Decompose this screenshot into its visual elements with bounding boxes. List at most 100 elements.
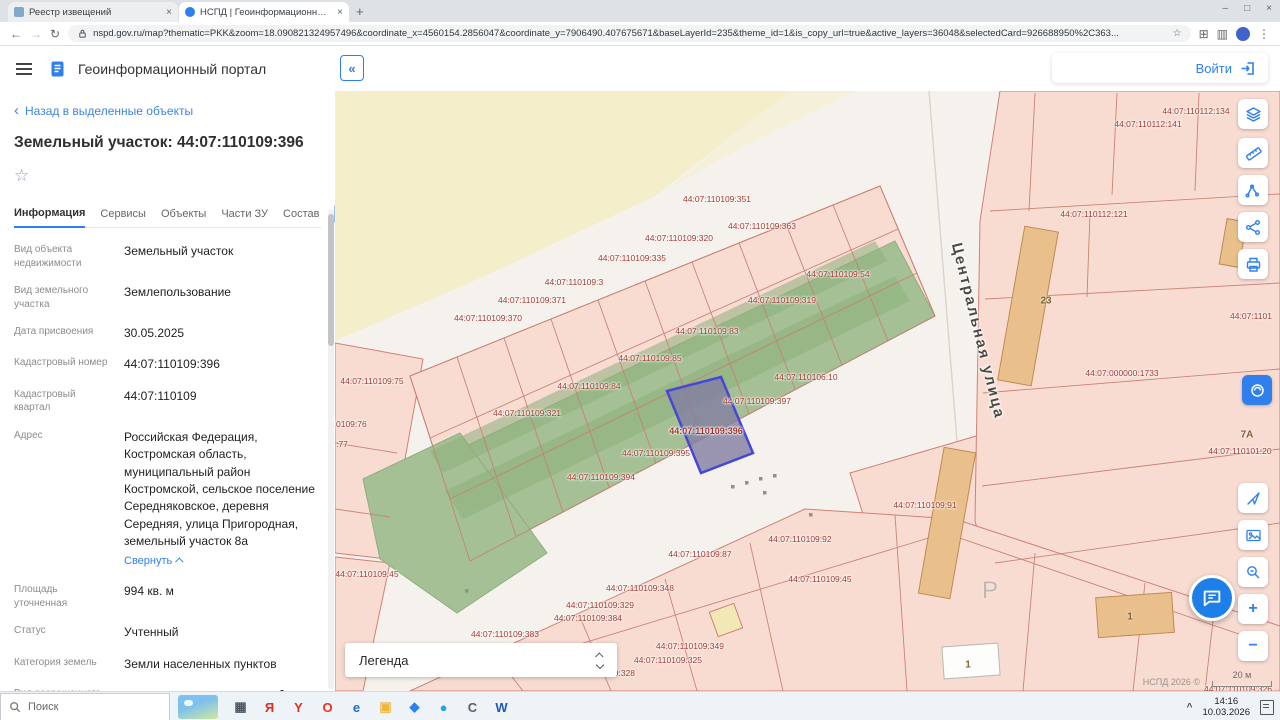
close-button[interactable]: × — [1266, 3, 1272, 14]
word-icon: W — [495, 699, 508, 715]
collapse-panel-button[interactable]: « — [340, 55, 364, 81]
taskbar-search[interactable]: Поиск — [0, 693, 170, 720]
legend-expand-icon[interactable] — [595, 651, 605, 669]
login-label: Войти — [1195, 60, 1232, 76]
page-title: Земельный участок: 44:07:110109:396 — [14, 134, 304, 151]
panel-tab-2[interactable]: Сервисы — [100, 208, 146, 227]
panel-tabs: ИнформацияСервисыОбъектыЧасти ЗУСостав› — [14, 204, 335, 228]
taskbar-icon-yandex-start[interactable]: Y — [284, 692, 313, 720]
locate-tool-button[interactable] — [1238, 483, 1268, 513]
field-row: Адрес Российская Федерация, Костромская о… — [14, 422, 321, 577]
bookmark-star-icon[interactable]: ☆ — [1173, 28, 1182, 39]
panel-tab-4[interactable]: Части ЗУ — [221, 208, 268, 227]
back-icon[interactable]: ← — [10, 28, 22, 40]
field-row: Дата присвоения 30.05.2025 — [14, 318, 321, 349]
browser-menu-icon[interactable]: ⋮ — [1258, 28, 1270, 40]
tray-chevron-icon[interactable]: ^ — [1187, 702, 1193, 713]
taskbar-icon-word[interactable]: W — [487, 692, 516, 720]
tab-close-icon[interactable]: × — [166, 7, 172, 18]
back-chevron-icon: ‹ — [14, 102, 19, 119]
favorite-star-icon[interactable]: ☆ — [14, 166, 29, 186]
taskbar-clock[interactable]: 14:16 10.03.2026 — [1202, 696, 1250, 719]
telegram-icon: ● — [439, 699, 448, 715]
taskbar-icons: ▦ Я Y Oe ▣ ◆ ● C W — [226, 692, 516, 720]
browser-tab-registry[interactable]: Реестр извещений × — [8, 2, 178, 22]
extensions-icon[interactable]: ⊞ — [1199, 28, 1209, 40]
layers-tool-button[interactable] — [1238, 99, 1268, 129]
notification-center-icon[interactable] — [1260, 699, 1274, 715]
tab-close-icon[interactable]: × — [337, 7, 343, 18]
panel-tab-1[interactable]: Информация — [14, 207, 86, 228]
field-label: Дата присвоения — [14, 326, 94, 337]
login-box[interactable]: Войти — [1052, 53, 1268, 83]
measure-tool-button[interactable] — [1238, 175, 1268, 205]
zoom-in-button[interactable]: + — [1238, 594, 1268, 624]
scale-line — [1212, 681, 1272, 687]
panel-tab-3[interactable]: Объекты — [161, 208, 206, 227]
field-value: Российская Федерация, Костромская област… — [124, 429, 321, 570]
chat-button[interactable] — [1189, 575, 1235, 621]
tab-favicon — [14, 7, 24, 17]
field-row: Категория земель Земли населенных пунктов — [14, 649, 321, 680]
back-link-label: Назад в выделенные объекты — [25, 103, 194, 118]
forward-icon[interactable]: → — [30, 28, 42, 40]
field-value: 44:07:110109 — [124, 388, 197, 403]
field-label: Статус — [14, 625, 46, 637]
blue-app-icon: ◆ — [409, 699, 420, 714]
object-info-panel: ‹ Назад в выделенные объекты Земельный у… — [0, 91, 335, 691]
share-icon — [1245, 219, 1260, 235]
taskbar-icon-edge[interactable]: e — [342, 692, 371, 720]
taskbar-icon-yandex-browser[interactable]: Я — [255, 692, 284, 720]
maximize-button[interactable]: □ — [1244, 3, 1250, 14]
panorama-tool-button[interactable] — [1242, 375, 1272, 405]
field-value: 44:07:110109:396 — [124, 357, 220, 372]
search-icon — [10, 702, 21, 713]
browser-navbar: ← → ↻ nspd.gov.ru/map?thematic=PKK&zoom=… — [0, 22, 1280, 46]
reload-icon[interactable]: ↻ — [50, 28, 60, 40]
ruler-tool-button[interactable] — [1238, 138, 1268, 168]
taskbar-icon-c-app[interactable]: C — [458, 692, 487, 720]
taskbar-icon-file-explorer[interactable]: ▣ — [371, 692, 400, 720]
legend-bar[interactable]: Легенда — [345, 643, 617, 677]
address-bar[interactable]: nspd.gov.ru/map?thematic=PKK&zoom=18.090… — [68, 25, 1191, 42]
minus-icon: − — [1248, 637, 1258, 654]
measure-icon — [1245, 184, 1259, 197]
panel-scrollbar-thumb[interactable] — [328, 214, 334, 346]
taskbar-icon-opera[interactable]: O — [313, 692, 342, 720]
opera-icon: O — [322, 699, 333, 715]
chat-icon — [1203, 590, 1221, 607]
share-tool-button[interactable] — [1238, 212, 1268, 242]
field-row: Вид объекта недвижимости Земельный участо… — [14, 236, 321, 277]
legend-label: Легенда — [359, 652, 409, 668]
taskbar-icon-blue-app[interactable]: ◆ — [400, 692, 429, 720]
print-tool-button[interactable] — [1238, 249, 1268, 279]
field-label: Категория земель — [14, 656, 97, 668]
field-row: Вид разрешенного использованиядля ведени… — [14, 680, 321, 691]
taskbar-icon-telegram[interactable]: ● — [429, 692, 458, 720]
identify-tool-button[interactable] — [1238, 557, 1268, 587]
new-tab-button[interactable]: + — [356, 4, 364, 19]
taskbar-icon-task-view[interactable]: ▦ — [226, 692, 255, 720]
weather-widget[interactable] — [178, 695, 218, 719]
hamburger-menu-icon[interactable] — [16, 62, 32, 75]
map-area[interactable]: Центральная улица 44:07:110112:134 44:07:… — [335, 91, 1280, 691]
task-view-icon: ▦ — [234, 699, 247, 714]
c-app-icon: C — [467, 699, 478, 715]
taskbar: Поиск ▦ Я Y Oe ▣ ◆ ● C W ^ 14:16 10.03.2026 — [0, 691, 1280, 720]
minimize-button[interactable]: – — [1223, 3, 1229, 14]
split-view-icon[interactable]: ▥ — [1217, 28, 1228, 40]
screenshot-tool-button[interactable] — [1238, 520, 1268, 550]
zoom-out-button[interactable]: − — [1238, 631, 1268, 661]
clock-date: 10.03.2026 — [1202, 707, 1250, 718]
panel-tab-5[interactable]: Состав — [283, 208, 319, 227]
field-value: 30.05.2025 — [124, 326, 185, 340]
portal-title: Геоинформационный портал — [78, 60, 267, 77]
map-canvas[interactable] — [335, 91, 1280, 691]
lock-icon — [79, 29, 86, 38]
back-to-selected-link[interactable]: ‹ Назад в выделенные объекты — [14, 103, 321, 118]
print-icon — [1246, 257, 1260, 272]
profile-avatar[interactable] — [1236, 26, 1250, 41]
browser-tab-nspd[interactable]: НСПД | Геоинформационный п × — [179, 2, 349, 22]
collapse-address-link[interactable]: Свернуть — [124, 554, 184, 570]
field-row: Вид земельного участка Землепользование — [14, 277, 321, 318]
